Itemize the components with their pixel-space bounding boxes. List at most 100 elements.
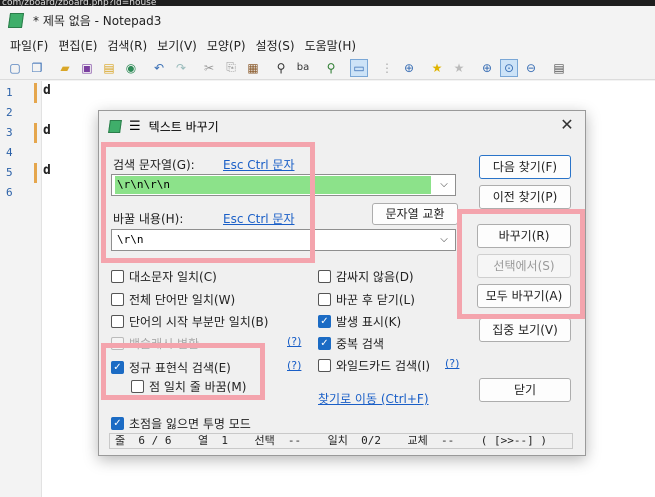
checkbox-box[interactable] <box>111 293 124 306</box>
menubar: 파일(F) 편집(E) 검색(R) 보기(V) 모양(P) 설정(S) 도움말(… <box>0 36 655 54</box>
search-esc-ctrl-link[interactable]: Esc Ctrl 문자 <box>223 156 295 173</box>
replace-in-selection-button[interactable]: 선택에서(S) <box>477 254 571 278</box>
find-next-button[interactable]: 다음 찾기(F) <box>479 155 571 179</box>
checkbox-box-checked[interactable]: ✓ <box>111 417 124 430</box>
redo-icon[interactable]: ↷ <box>172 59 190 77</box>
menu-view[interactable]: 보기(V) <box>152 37 202 54</box>
menu-appearance[interactable]: 모양(P) <box>202 37 251 54</box>
menu-file[interactable]: 파일(F) <box>5 37 53 54</box>
checkbox-box[interactable] <box>318 270 331 283</box>
zoom-find-icon[interactable]: ⊕ <box>400 59 418 77</box>
checkbox-box-checked[interactable]: ✓ <box>111 361 124 374</box>
paste-icon[interactable]: ▦ <box>244 59 262 77</box>
dot-matches-all-label: 점 일치 줄 바꿈(M) <box>149 380 247 394</box>
wildcard-checkbox[interactable]: 와일드카드 검색(I) <box>318 357 430 374</box>
checkbox-box[interactable] <box>318 293 331 306</box>
add-favorite-icon[interactable]: ★ <box>450 59 468 77</box>
chevron-down-icon[interactable]: ⌵ <box>437 177 451 193</box>
close-after-replace-checkbox[interactable]: 바꾼 후 닫기(L) <box>318 291 415 308</box>
line-number: 5 <box>6 166 13 179</box>
new-icon[interactable]: ▢ <box>6 59 24 77</box>
backslash-help-link[interactable]: (?) <box>287 335 301 348</box>
close-after-replace-label: 바꾼 후 닫기(L) <box>336 293 415 307</box>
zoom-out-icon[interactable]: ⊖ <box>522 59 540 77</box>
save-as-icon[interactable]: ▤ <box>100 59 118 77</box>
checkbox-box-checked[interactable]: ✓ <box>318 337 331 350</box>
replace-icon[interactable]: ba <box>294 59 312 77</box>
editor-line: d <box>43 163 51 178</box>
regex-checkbox[interactable]: ✓ 정규 표현식 검색(E) <box>111 359 231 376</box>
editor-line: d <box>43 123 51 138</box>
toolbar: ▢ ❐ ▰ ▣ ▤ ◉ ↶ ↷ ✂ ⎘ ▦ ⚲ ba ⚲ ▭ ⋮ ⊕ ★ ★ ⊕… <box>0 56 655 80</box>
line-number: 4 <box>6 146 13 159</box>
replace-esc-ctrl-link[interactable]: Esc Ctrl 문자 <box>223 210 295 227</box>
word-start-label: 단어의 시작 부분만 일치(B) <box>129 315 269 329</box>
line-number: 3 <box>6 126 13 139</box>
favorite-icon[interactable]: ★ <box>428 59 446 77</box>
menu-search[interactable]: 검색(R) <box>102 37 152 54</box>
menu-edit[interactable]: 편집(E) <box>53 37 102 54</box>
mark-occurrences-checkbox[interactable]: ✓ 발생 표시(K) <box>318 313 401 330</box>
checkbox-box[interactable] <box>131 380 144 393</box>
change-marker <box>34 123 37 143</box>
checkbox-box[interactable] <box>318 359 331 372</box>
checkbox-box <box>111 337 124 350</box>
new-window-icon[interactable]: ❐ <box>28 59 46 77</box>
match-case-checkbox[interactable]: 대소문자 일치(C) <box>111 268 217 285</box>
toggle-view-icon[interactable]: ▭ <box>350 58 368 77</box>
dialog-app-icon <box>108 119 122 133</box>
menu-help[interactable]: 도움말(H) <box>300 37 362 54</box>
transparent-checkbox[interactable]: ✓ 초점을 잃으면 투명 모드 <box>111 415 251 432</box>
replace-button[interactable]: 바꾸기(R) <box>477 224 571 248</box>
whole-word-label: 전체 단어만 일치(W) <box>129 293 236 307</box>
dot-matches-all-checkbox[interactable]: 점 일치 줄 바꿈(M) <box>131 378 246 395</box>
wildcard-help-link[interactable]: (?) <box>445 357 459 370</box>
settings-icon[interactable]: ▤ <box>550 59 568 77</box>
menu-settings[interactable]: 설정(S) <box>251 37 300 54</box>
line-number: 2 <box>6 106 13 119</box>
no-wrap-checkbox[interactable]: 감싸지 않음(D) <box>318 268 414 285</box>
backslash-label: 백슬래시 변환 <box>129 337 200 351</box>
dialog-titlebar: ☰ 텍스트 바꾸기 ✕ <box>99 111 585 141</box>
open-icon[interactable]: ▰ <box>56 59 74 77</box>
transparent-label: 초점을 잃으면 투명 모드 <box>129 417 251 431</box>
chevron-down-icon[interactable]: ⌵ <box>437 232 451 248</box>
replace-input[interactable]: \r\n ⌵ <box>111 229 456 251</box>
mark-occurrences-label: 발생 표시(K) <box>336 315 402 329</box>
select-icon[interactable]: ⋮ <box>378 59 396 77</box>
find-in-files-icon[interactable]: ⚲ <box>322 59 340 77</box>
close-icon[interactable]: ✕ <box>557 115 577 135</box>
wildcard-label: 와일드카드 검색(I) <box>336 359 430 373</box>
save-icon[interactable]: ▣ <box>78 59 96 77</box>
window-titlebar: * 제목 없음 - Notepad3 <box>0 6 655 34</box>
zoom-reset-icon[interactable]: ⊙ <box>500 58 518 77</box>
swap-strings-button[interactable]: 문자열 교환 <box>372 203 458 225</box>
line-number: 1 <box>6 86 13 99</box>
dialog-title: 텍스트 바꾸기 <box>148 119 219 134</box>
undo-icon[interactable]: ↶ <box>150 59 168 77</box>
revert-icon[interactable]: ◉ <box>122 59 140 77</box>
checkbox-box[interactable] <box>111 315 124 328</box>
replace-all-button[interactable]: 모두 바꾸기(A) <box>477 284 571 308</box>
regex-help-link[interactable]: (?) <box>287 359 301 372</box>
focus-view-button[interactable]: 집중 보기(V) <box>479 318 571 342</box>
dialog-statusbar: 줄 6 / 6 열 1 선택 -- 일치 0/2 교체 -- ( [>>--] … <box>109 433 573 449</box>
change-marker <box>34 83 37 103</box>
zoom-in-icon[interactable]: ⊕ <box>478 59 496 77</box>
backslash-checkbox: 백슬래시 변환 <box>111 335 199 352</box>
change-marker <box>34 163 37 183</box>
dialog-menu-icon[interactable]: ☰ <box>129 119 141 134</box>
cut-icon[interactable]: ✂ <box>200 59 218 77</box>
checkbox-box-checked[interactable]: ✓ <box>318 315 331 328</box>
close-button[interactable]: 닫기 <box>479 378 571 402</box>
window-title: * 제목 없음 - Notepad3 <box>33 13 162 28</box>
duplicate-search-checkbox[interactable]: ✓ 중복 검색 <box>318 335 384 352</box>
find-icon[interactable]: ⚲ <box>272 59 290 77</box>
whole-word-checkbox[interactable]: 전체 단어만 일치(W) <box>111 291 235 308</box>
find-prev-button[interactable]: 이전 찾기(P) <box>479 185 571 209</box>
word-start-checkbox[interactable]: 단어의 시작 부분만 일치(B) <box>111 313 268 330</box>
search-input[interactable]: \r\n\r\n ⌵ <box>111 174 456 196</box>
copy-icon[interactable]: ⎘ <box>222 59 240 77</box>
goto-find-link[interactable]: 찾기로 이동 (Ctrl+F) <box>318 390 429 407</box>
checkbox-box[interactable] <box>111 270 124 283</box>
